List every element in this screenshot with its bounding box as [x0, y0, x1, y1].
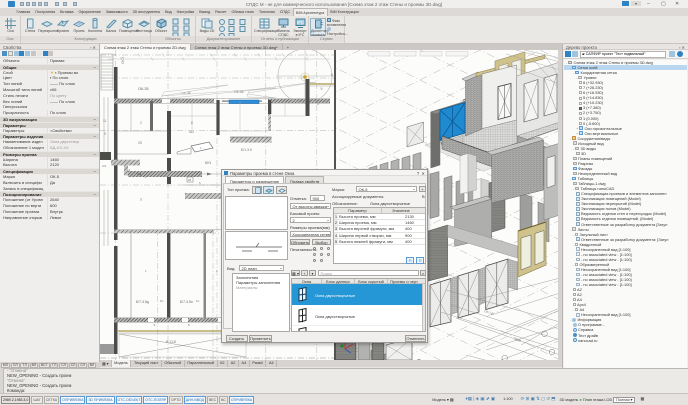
svg-text:9: 9 — [188, 323, 190, 327]
svg-text:2: 2 — [140, 121, 142, 125]
svg-text:Б/1-3.5: Б/1-3.5 — [241, 148, 252, 152]
svg-text:ОК-35: ОК-35 — [138, 87, 149, 91]
svg-text:1: 1 — [145, 269, 147, 273]
svg-text:3400: 3400 — [514, 337, 522, 343]
svg-text:9: 9 — [321, 87, 323, 91]
svg-text:ОК-3: ОК-3 — [121, 57, 125, 64]
svg-text:5: 5 — [199, 181, 201, 185]
svg-text:В-13-В: В-13-В — [166, 340, 176, 344]
svg-text:X: X — [104, 132, 107, 136]
svg-text:1: 1 — [216, 269, 218, 273]
svg-text:4: 4 — [317, 102, 319, 106]
svg-text:25: 25 — [138, 141, 142, 145]
svg-text:8,1: 8,1 — [196, 299, 200, 303]
svg-text:8: 8 — [191, 121, 193, 125]
svg-text:Б/7-3.5д: Б/7-3.5д — [136, 300, 149, 304]
svg-text:А/1: А/1 — [102, 164, 107, 168]
svg-text:№2: №2 — [189, 130, 194, 134]
svg-text:9: 9 — [154, 323, 156, 327]
svg-text:8,1: 8,1 — [160, 299, 164, 303]
svg-text:11: 11 — [103, 119, 107, 123]
svg-text:КУ1: КУ1 — [205, 161, 211, 165]
svg-text:Б/7-3.5п: Б/7-3.5п — [180, 300, 193, 304]
svg-text:IFC: IFC — [297, 20, 305, 25]
svg-text:Б: Б — [331, 73, 333, 77]
svg-text:3: 3 — [140, 198, 142, 202]
svg-text:ОК-7.0: ОК-7.0 — [484, 309, 494, 316]
svg-text:2Л: 2Л — [188, 178, 191, 182]
